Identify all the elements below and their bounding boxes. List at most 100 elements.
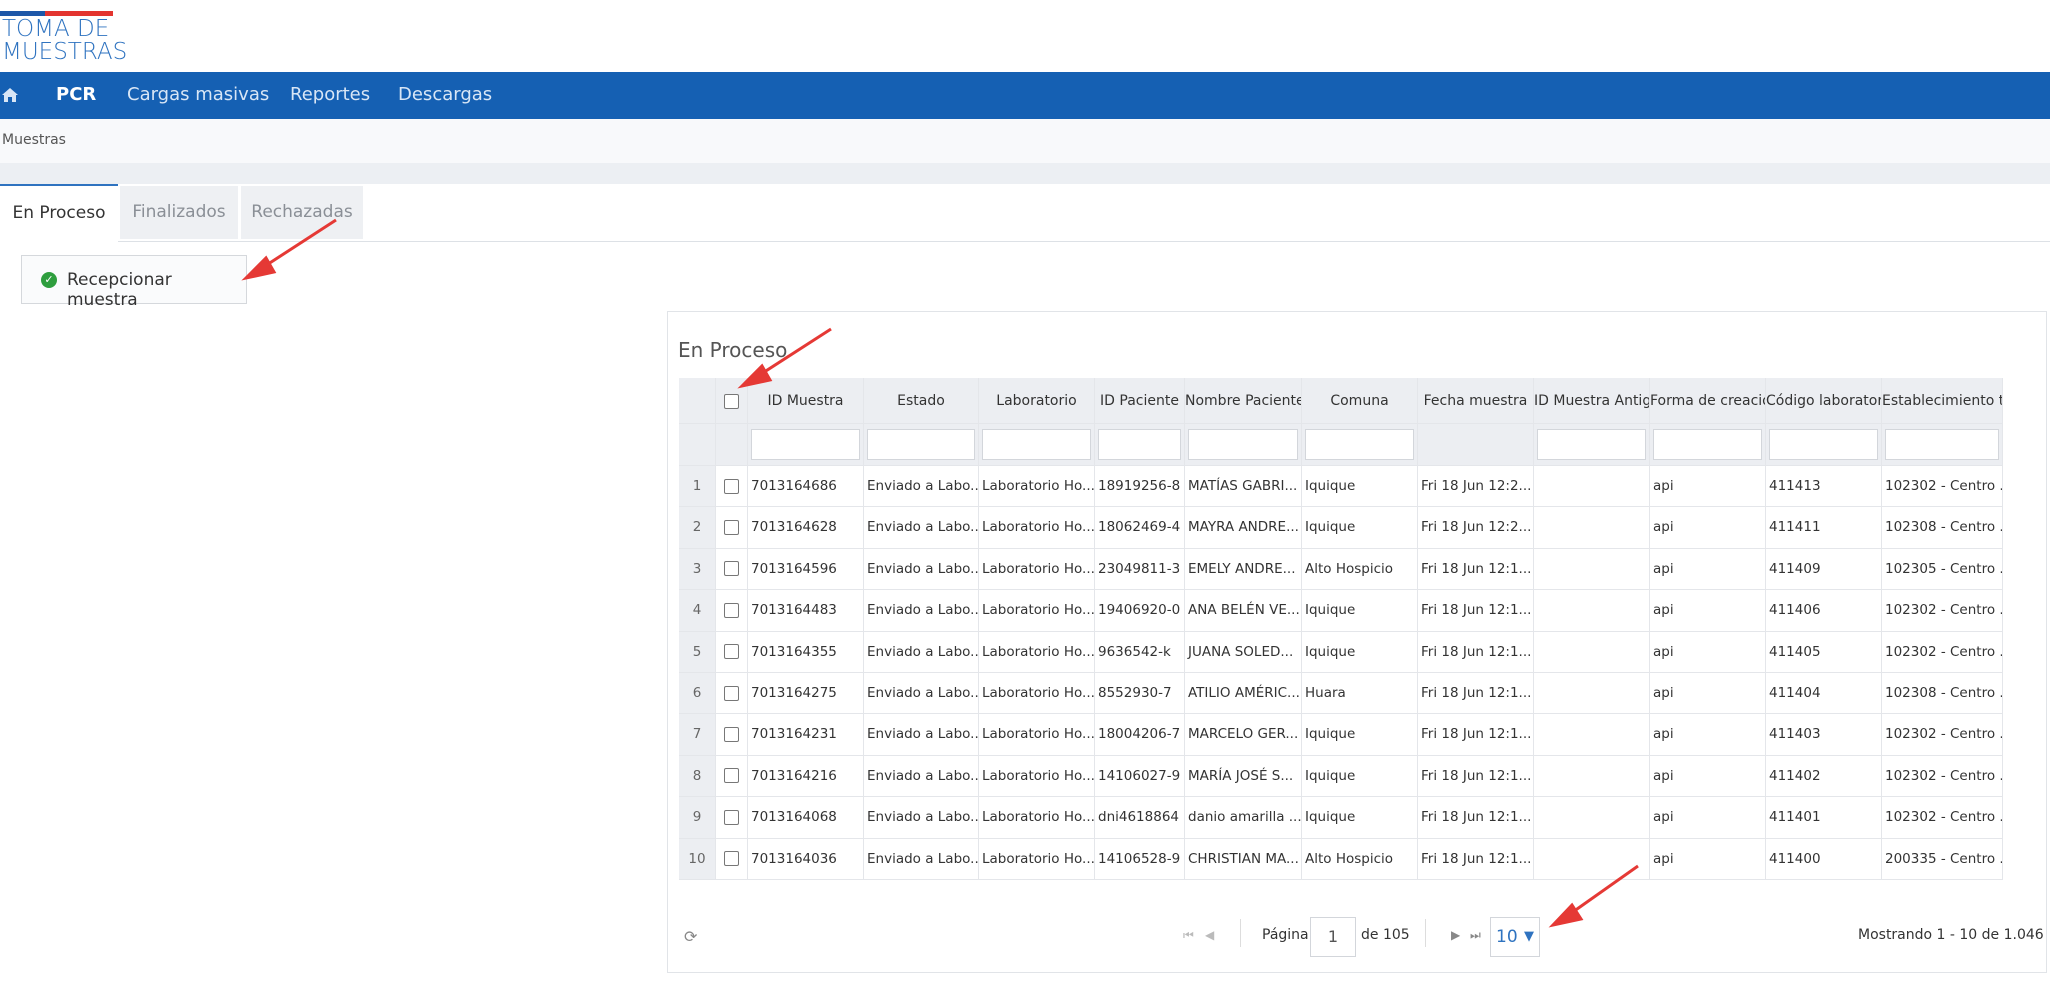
table-cell[interactable]: 102302 - Centro ... [1882,797,2003,839]
table-cell[interactable]: Fri 18 Jun 12:1... [1418,755,1534,798]
column-header[interactable]: Comuna [1302,378,1418,424]
table-cell[interactable]: Fri 18 Jun 12:2... [1418,466,1534,508]
table-cell[interactable]: dni4618864 [1095,797,1185,839]
tab-en-proceso[interactable]: En Proceso [0,184,118,243]
column-filter-input[interactable] [751,429,860,460]
table-cell[interactable]: api [1650,466,1766,508]
table-cell[interactable]: 102308 - Centro ... [1882,673,2003,715]
table-cell[interactable]: Enviado a Labo... [864,507,979,549]
row-checkbox[interactable] [724,851,739,867]
table-cell[interactable]: MARÍA JOSÉ S... [1185,755,1302,798]
table-cell[interactable]: api [1650,838,1766,880]
table-cell[interactable]: 102302 - Centro ... [1882,466,2003,508]
nav-cargas-masivas[interactable]: Cargas masivas [127,85,269,105]
table-cell[interactable]: Fri 18 Jun 12:1... [1418,548,1534,591]
table-cell[interactable]: JUANA SOLED... [1185,631,1302,673]
table-cell[interactable]: Laboratorio Ho... [979,548,1095,591]
app-logo[interactable]: TOMA DE MUESTRAS [0,8,127,68]
table-cell[interactable]: Laboratorio Ho... [979,590,1095,632]
table-cell[interactable]: Fri 18 Jun 12:1... [1418,838,1534,880]
table-cell[interactable]: api [1650,714,1766,756]
table-cell[interactable]: Laboratorio Ho... [979,673,1095,715]
column-filter-input[interactable] [1188,429,1298,460]
table-cell[interactable]: Enviado a Labo... [864,548,979,591]
column-filter-input[interactable] [1098,429,1181,460]
table-cell[interactable]: Laboratorio Ho... [979,507,1095,549]
table-cell[interactable]: 102308 - Centro ... [1882,507,2003,549]
table-cell[interactable]: 14106027-9 [1095,755,1185,798]
table-cell[interactable]: 18004206-7 [1095,714,1185,756]
table-cell[interactable]: api [1650,797,1766,839]
table-cell[interactable]: Fri 18 Jun 12:1... [1418,590,1534,632]
table-cell[interactable] [1534,590,1650,632]
table-cell[interactable]: Laboratorio Ho... [979,838,1095,880]
table-cell[interactable]: 102302 - Centro ... [1882,755,2003,798]
table-cell[interactable]: Enviado a Labo... [864,838,979,880]
last-page-icon[interactable]: ⏭ [1470,928,1481,943]
table-cell[interactable] [1534,714,1650,756]
table-cell[interactable]: 7013164628 [748,507,864,549]
table-cell[interactable]: Enviado a Labo... [864,714,979,756]
table-cell[interactable]: 411402 [1766,755,1882,798]
tab-rechazadas[interactable]: Rechazadas [241,186,363,239]
tab-finalizados[interactable]: Finalizados [120,186,238,239]
nav-reportes[interactable]: Reportes [290,85,370,105]
table-cell[interactable]: 411411 [1766,507,1882,549]
table-cell[interactable]: Fri 18 Jun 12:2... [1418,507,1534,549]
row-checkbox[interactable] [724,602,739,618]
column-header[interactable]: Estado [864,378,979,424]
table-cell[interactable]: Iquique [1302,797,1418,839]
table-cell[interactable]: Enviado a Labo... [864,673,979,715]
table-cell[interactable]: 14106528-9 [1095,838,1185,880]
table-cell[interactable] [1534,548,1650,591]
nav-pcr[interactable]: PCR [56,85,96,105]
table-cell[interactable] [1534,631,1650,673]
table-cell[interactable]: api [1650,590,1766,632]
table-cell[interactable]: Iquique [1302,466,1418,508]
table-cell[interactable]: danio amarilla ... [1185,797,1302,839]
table-cell[interactable]: 102302 - Centro ... [1882,714,2003,756]
table-cell[interactable] [1534,797,1650,839]
column-filter-input[interactable] [1885,429,1999,460]
table-cell[interactable]: Fri 18 Jun 12:1... [1418,673,1534,715]
recepcionar-muestra-button[interactable]: ✓ Recepcionar muestra [21,255,247,310]
table-cell[interactable]: Huara [1302,673,1418,715]
table-cell[interactable]: 411405 [1766,631,1882,673]
home-icon[interactable] [0,85,20,105]
table-cell[interactable]: 7013164686 [748,466,864,508]
table-cell[interactable]: 18919256-8 [1095,466,1185,508]
nav-descargas[interactable]: Descargas [398,85,492,105]
table-cell[interactable]: Laboratorio Ho... [979,797,1095,839]
prev-page-icon[interactable]: ◀ [1205,928,1214,942]
table-cell[interactable]: api [1650,548,1766,591]
table-cell[interactable]: 7013164275 [748,673,864,715]
table-cell[interactable]: Enviado a Labo... [864,755,979,798]
column-header[interactable]: Establecimiento t [1882,378,2003,424]
table-cell[interactable]: 102302 - Centro ... [1882,590,2003,632]
table-cell[interactable]: Fri 18 Jun 12:1... [1418,631,1534,673]
table-cell[interactable]: 411409 [1766,548,1882,591]
table-cell[interactable]: Enviado a Labo... [864,631,979,673]
table-cell[interactable]: 7013164596 [748,548,864,591]
table-cell[interactable] [1534,755,1650,798]
refresh-icon[interactable]: ⟳ [684,927,697,946]
table-cell[interactable]: 7013164216 [748,755,864,798]
column-filter-input[interactable] [1537,429,1646,460]
table-cell[interactable]: 102305 - Centro ... [1882,548,2003,591]
row-checkbox[interactable] [724,809,739,825]
table-cell[interactable]: Enviado a Labo... [864,466,979,508]
table-cell[interactable]: Enviado a Labo... [864,590,979,632]
table-cell[interactable]: Iquique [1302,631,1418,673]
table-cell[interactable]: EMELY ANDRE... [1185,548,1302,591]
column-header[interactable]: ID Paciente [1095,378,1185,424]
column-filter-input[interactable] [867,429,975,460]
row-checkbox[interactable] [724,561,739,577]
table-cell[interactable]: Alto Hospicio [1302,548,1418,591]
table-cell[interactable]: 411403 [1766,714,1882,756]
row-checkbox[interactable] [724,478,739,494]
column-filter-input[interactable] [982,429,1091,460]
breadcrumb-item[interactable]: Muestras [2,132,66,148]
column-header[interactable]: Código laborator [1766,378,1882,424]
table-cell[interactable]: Iquique [1302,714,1418,756]
table-cell[interactable]: MARCELO GER... [1185,714,1302,756]
